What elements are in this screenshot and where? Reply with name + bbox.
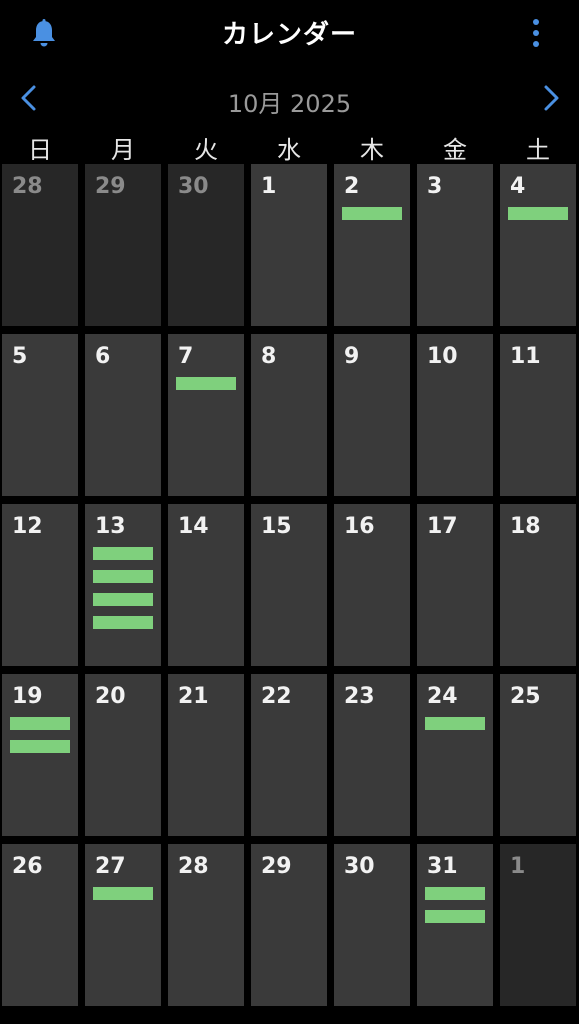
- day-number: 15: [261, 514, 292, 539]
- day-cell[interactable]: 22: [251, 674, 327, 836]
- calendar-grid: 28 29 30 1 2 3 4 5 6 7 8 9 10 11 12 13 14 15 16 17 18 19 20 21 2…: [0, 164, 579, 1010]
- day-number: 26: [12, 854, 43, 879]
- day-number: 28: [12, 174, 43, 199]
- day-cell[interactable]: 23: [334, 674, 410, 836]
- day-cell[interactable]: 20: [85, 674, 161, 836]
- day-cell[interactable]: 2: [334, 164, 410, 326]
- day-number: 24: [427, 684, 458, 709]
- day-number: 12: [12, 514, 43, 539]
- day-number: 17: [427, 514, 458, 539]
- day-number: 30: [344, 854, 375, 879]
- more-vertical-icon[interactable]: [524, 16, 548, 50]
- day-number: 4: [510, 174, 526, 199]
- day-number: 7: [178, 344, 194, 369]
- day-number: 18: [510, 514, 541, 539]
- day-cell[interactable]: 19: [2, 674, 78, 836]
- day-cell[interactable]: 29: [85, 164, 161, 326]
- day-cell[interactable]: 28: [2, 164, 78, 326]
- day-cell[interactable]: 28: [168, 844, 244, 1006]
- day-number: 5: [12, 344, 28, 369]
- bell-icon[interactable]: [30, 18, 58, 50]
- event-bar[interactable]: [93, 570, 153, 583]
- day-number: 11: [510, 344, 541, 369]
- day-cell[interactable]: 25: [500, 674, 576, 836]
- day-number: 28: [178, 854, 209, 879]
- event-bar[interactable]: [10, 740, 70, 753]
- weekday-label: 日: [28, 136, 52, 164]
- day-number: 9: [344, 344, 360, 369]
- day-number: 27: [95, 854, 126, 879]
- day-number: 30: [178, 174, 209, 199]
- day-cell[interactable]: 30: [334, 844, 410, 1006]
- day-number: 2: [344, 174, 360, 199]
- day-cell[interactable]: 8: [251, 334, 327, 496]
- day-number: 1: [261, 174, 277, 199]
- event-bar[interactable]: [508, 207, 568, 220]
- day-cell[interactable]: 31: [417, 844, 493, 1006]
- day-number: 29: [95, 174, 126, 199]
- day-cell[interactable]: 4: [500, 164, 576, 326]
- page-title: カレンダー: [221, 20, 357, 50]
- day-cell[interactable]: 11: [500, 334, 576, 496]
- event-bar[interactable]: [93, 616, 153, 629]
- day-number: 3: [427, 174, 443, 199]
- month-label: 10月 2025: [227, 90, 352, 118]
- day-cell[interactable]: 10: [417, 334, 493, 496]
- event-bar[interactable]: [10, 717, 70, 730]
- day-cell[interactable]: 24: [417, 674, 493, 836]
- day-cell[interactable]: 1: [500, 844, 576, 1006]
- day-cell[interactable]: 26: [2, 844, 78, 1006]
- day-cell[interactable]: 13: [85, 504, 161, 666]
- weekday-label: 水: [277, 136, 301, 164]
- day-number: 23: [344, 684, 375, 709]
- day-cell[interactable]: 15: [251, 504, 327, 666]
- weekday-label: 火: [194, 136, 218, 164]
- day-cell[interactable]: 29: [251, 844, 327, 1006]
- day-cell[interactable]: 1: [251, 164, 327, 326]
- day-cell[interactable]: 9: [334, 334, 410, 496]
- event-bar[interactable]: [93, 593, 153, 606]
- day-number: 22: [261, 684, 292, 709]
- day-cell[interactable]: 5: [2, 334, 78, 496]
- day-number: 25: [510, 684, 541, 709]
- weekday-header: 日月火水木金土: [0, 130, 579, 164]
- day-cell[interactable]: 17: [417, 504, 493, 666]
- event-bar[interactable]: [425, 910, 485, 923]
- weekday-label: 月: [111, 136, 135, 164]
- day-cell[interactable]: 6: [85, 334, 161, 496]
- day-cell[interactable]: 18: [500, 504, 576, 666]
- day-number: 29: [261, 854, 292, 879]
- day-cell[interactable]: 30: [168, 164, 244, 326]
- event-bar[interactable]: [176, 377, 236, 390]
- event-bar[interactable]: [425, 717, 485, 730]
- day-cell[interactable]: 27: [85, 844, 161, 1006]
- month-navigation: 10月 2025: [0, 78, 579, 120]
- event-bar[interactable]: [425, 887, 485, 900]
- day-number: 19: [12, 684, 43, 709]
- day-number: 10: [427, 344, 458, 369]
- day-number: 1: [510, 854, 526, 879]
- day-number: 13: [95, 514, 126, 539]
- day-number: 21: [178, 684, 209, 709]
- chevron-right-icon[interactable]: [534, 82, 566, 114]
- day-number: 16: [344, 514, 375, 539]
- weekday-label: 金: [443, 136, 467, 164]
- day-number: 6: [95, 344, 111, 369]
- day-number: 8: [261, 344, 277, 369]
- day-number: 20: [95, 684, 126, 709]
- day-cell[interactable]: 12: [2, 504, 78, 666]
- day-cell[interactable]: 21: [168, 674, 244, 836]
- day-cell[interactable]: 14: [168, 504, 244, 666]
- event-bar[interactable]: [342, 207, 402, 220]
- day-cell[interactable]: 3: [417, 164, 493, 326]
- weekday-label: 土: [526, 136, 550, 164]
- event-bar[interactable]: [93, 887, 153, 900]
- day-cell[interactable]: 16: [334, 504, 410, 666]
- day-cell[interactable]: 7: [168, 334, 244, 496]
- top-bar: カレンダー: [0, 0, 579, 66]
- day-number: 31: [427, 854, 458, 879]
- event-bar[interactable]: [93, 547, 153, 560]
- weekday-label: 木: [360, 136, 384, 164]
- day-number: 14: [178, 514, 209, 539]
